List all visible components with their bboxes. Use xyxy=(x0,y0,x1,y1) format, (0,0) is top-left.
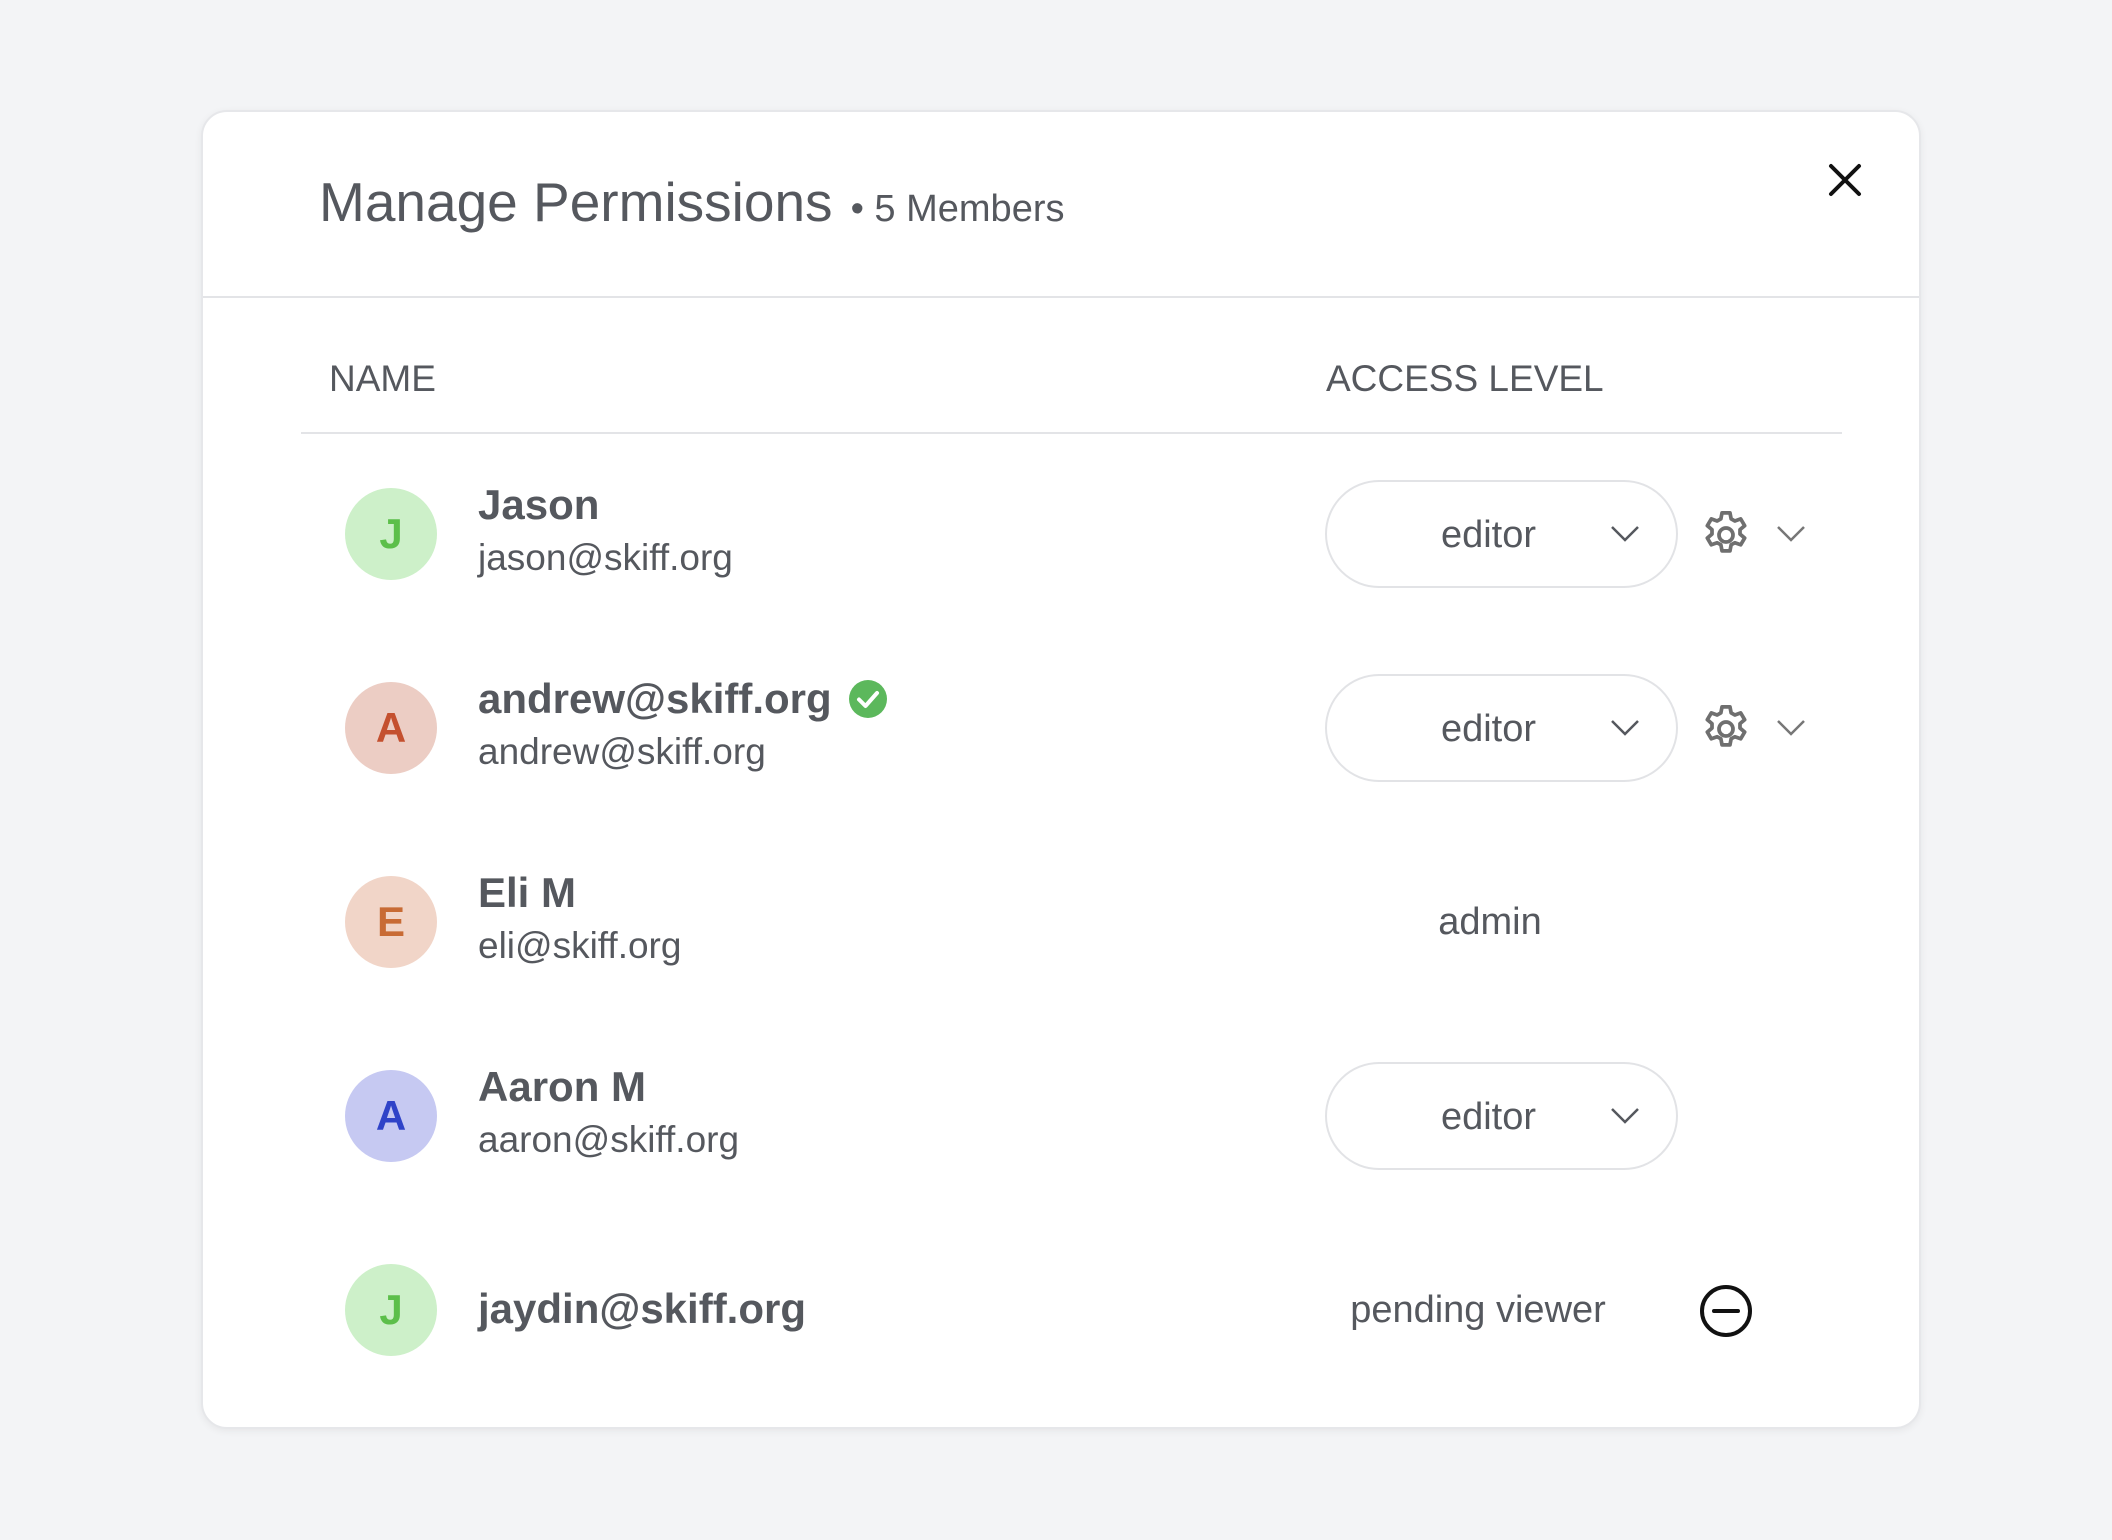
manage-permissions-dialog: Manage Permissions • 5 Members NAME ACCE… xyxy=(201,110,1921,1429)
column-header-name: NAME xyxy=(329,358,436,399)
access-level-value: editor xyxy=(1440,514,1537,556)
member-name: andrew@skiff.org xyxy=(478,675,888,723)
avatar: A xyxy=(345,1070,437,1162)
verified-check-icon xyxy=(848,680,887,718)
access-level-text: pending viewer xyxy=(1350,1289,1606,1331)
member-name-text: Eli M xyxy=(478,869,577,916)
gear-icon[interactable] xyxy=(1698,507,1754,563)
member-name: jaydin@skiff.org xyxy=(478,1285,806,1333)
close-icon[interactable] xyxy=(1825,160,1865,200)
access-level-dropdown[interactable]: editor xyxy=(1325,480,1678,588)
dialog-title-text: Manage Permissions xyxy=(319,171,833,233)
chevron-down-icon xyxy=(1611,526,1639,542)
dialog-title: Manage Permissions • 5 Members xyxy=(319,170,1064,234)
member-row: E Eli M eli@skiff.org admin xyxy=(203,847,1919,997)
member-email: eli@skiff.org xyxy=(478,925,682,966)
avatar: E xyxy=(345,876,437,968)
avatar: J xyxy=(345,488,437,580)
access-level-value: editor xyxy=(1440,1096,1537,1138)
member-row: A andrew@skiff.org andrew@skiff.org edit… xyxy=(203,653,1919,803)
avatar: A xyxy=(345,682,437,774)
member-name-text: Jason xyxy=(478,481,600,528)
member-name-text: Aaron M xyxy=(478,1063,646,1110)
chevron-down-icon xyxy=(1611,720,1639,736)
member-name: Jason xyxy=(478,481,599,529)
member-name-text: jaydin@skiff.org xyxy=(478,1285,807,1332)
member-name: Aaron M xyxy=(478,1063,646,1111)
column-header-access-level: ACCESS LEVEL xyxy=(1326,358,1604,399)
access-level-dropdown[interactable]: editor xyxy=(1325,1062,1678,1170)
member-name-text: andrew@skiff.org xyxy=(478,675,832,722)
avatar: J xyxy=(345,1264,437,1356)
member-email: andrew@skiff.org xyxy=(478,731,766,772)
chevron-down-icon xyxy=(1611,1108,1639,1124)
settings-chevron-down-icon[interactable] xyxy=(1776,718,1806,738)
settings-chevron-down-icon[interactable] xyxy=(1776,524,1806,544)
header-divider xyxy=(203,296,1919,298)
member-row: J jaydin@skiff.org pending viewer xyxy=(203,1235,1919,1385)
remove-minus-circle-icon[interactable] xyxy=(1698,1283,1754,1339)
member-name: Eli M xyxy=(478,869,576,917)
member-row: J Jason jason@skiff.org editor xyxy=(203,459,1919,609)
table-divider xyxy=(301,432,1842,434)
member-row: A Aaron M aaron@skiff.org editor xyxy=(203,1041,1919,1191)
member-email: aaron@skiff.org xyxy=(478,1119,740,1160)
access-level-dropdown[interactable]: editor xyxy=(1325,674,1678,782)
access-level-text: admin xyxy=(1438,901,1542,943)
member-count: • 5 Members xyxy=(850,188,1065,230)
gear-icon[interactable] xyxy=(1698,701,1754,757)
member-email: jason@skiff.org xyxy=(478,537,733,578)
access-level-value: editor xyxy=(1440,708,1537,750)
